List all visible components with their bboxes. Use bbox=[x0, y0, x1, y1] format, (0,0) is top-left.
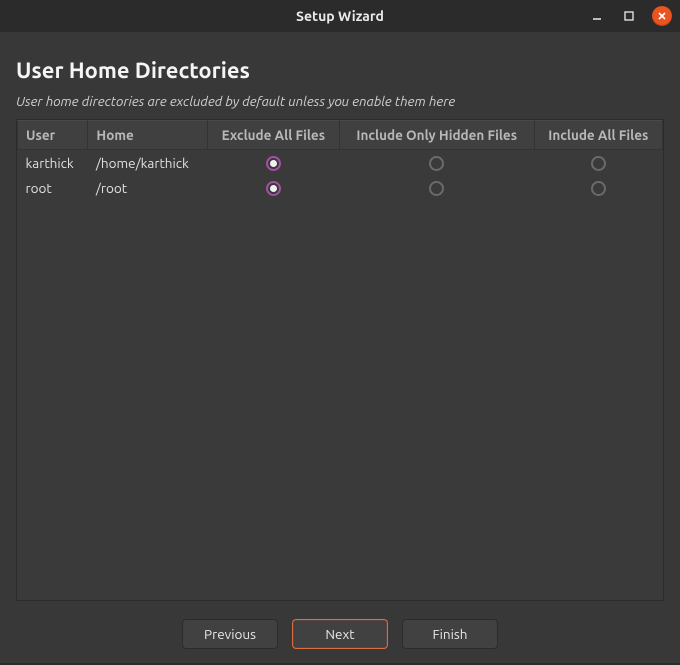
wizard-footer: Previous Next Finish bbox=[16, 601, 664, 653]
cell-hidden bbox=[339, 150, 534, 176]
setup-wizard-window: Setup Wizard User Home Directories User … bbox=[0, 0, 680, 665]
titlebar: Setup Wizard bbox=[0, 0, 680, 32]
col-include[interactable]: Include All Files bbox=[534, 121, 662, 150]
close-button[interactable] bbox=[652, 6, 672, 26]
maximize-button[interactable] bbox=[620, 7, 638, 25]
cell-home: /root bbox=[88, 175, 207, 200]
col-exclude[interactable]: Exclude All Files bbox=[207, 121, 339, 150]
cell-home: /home/karthick bbox=[88, 150, 207, 176]
cell-user: root bbox=[18, 175, 88, 200]
window-title: Setup Wizard bbox=[0, 8, 680, 24]
cell-hidden bbox=[339, 175, 534, 200]
previous-button[interactable]: Previous bbox=[182, 619, 278, 649]
table-row: root/root bbox=[18, 175, 663, 200]
cell-include bbox=[534, 150, 662, 176]
radio-exclude[interactable] bbox=[266, 181, 281, 196]
content-area: User Home Directories User home director… bbox=[0, 32, 680, 663]
users-table: User Home Exclude All Files Include Only… bbox=[17, 120, 663, 200]
radio-hidden[interactable] bbox=[429, 181, 444, 196]
table-header-row: User Home Exclude All Files Include Only… bbox=[18, 121, 663, 150]
cell-exclude bbox=[207, 175, 339, 200]
window-controls bbox=[588, 0, 672, 32]
cell-include bbox=[534, 175, 662, 200]
col-hidden[interactable]: Include Only Hidden Files bbox=[339, 121, 534, 150]
radio-exclude[interactable] bbox=[266, 156, 281, 171]
users-table-container: User Home Exclude All Files Include Only… bbox=[16, 119, 664, 601]
page-subtitle: User home directories are excluded by de… bbox=[16, 93, 664, 109]
table-row: karthick/home/karthick bbox=[18, 150, 663, 176]
radio-include[interactable] bbox=[591, 181, 606, 196]
finish-button[interactable]: Finish bbox=[402, 619, 498, 649]
radio-include[interactable] bbox=[591, 156, 606, 171]
minimize-button[interactable] bbox=[588, 7, 606, 25]
col-home[interactable]: Home bbox=[88, 121, 207, 150]
cell-user: karthick bbox=[18, 150, 88, 176]
next-button[interactable]: Next bbox=[292, 619, 388, 649]
cell-exclude bbox=[207, 150, 339, 176]
page-title: User Home Directories bbox=[16, 58, 664, 83]
radio-hidden[interactable] bbox=[429, 156, 444, 171]
col-user[interactable]: User bbox=[18, 121, 88, 150]
